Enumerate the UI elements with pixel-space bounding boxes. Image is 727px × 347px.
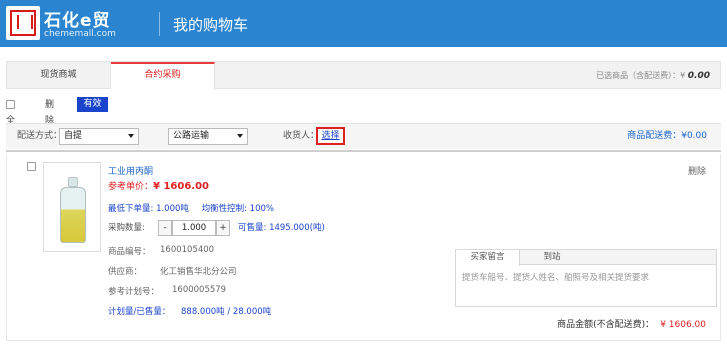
supplier: 供应商： 化工销售华北分公司 xyxy=(108,267,237,277)
product-image[interactable] xyxy=(43,162,101,252)
item-checkbox[interactable] xyxy=(27,162,36,171)
valid-filter-button[interactable]: 有效 xyxy=(77,97,108,112)
tab-contract-purchase[interactable]: 合约采购 xyxy=(111,62,215,90)
buyer-message-input[interactable]: 提货车船号、提货人姓名、舶照号及相关提货要求 xyxy=(462,271,649,283)
chevron-down-icon xyxy=(128,134,134,138)
shipping-method-select[interactable]: 自提 xyxy=(59,128,139,145)
delete-item-link[interactable]: 删除 xyxy=(688,164,706,177)
tab-bar: 现货商城 合约采购 已选商品（含配送费）：¥ 0.00 xyxy=(6,61,721,90)
product-name-link[interactable]: 工业用丙酮 xyxy=(108,164,153,177)
tab-buyer-message[interactable]: 买家留言 xyxy=(456,250,520,266)
page-title: 我的购物车 xyxy=(173,16,249,34)
tab-arrival-station[interactable]: 到站 xyxy=(520,250,584,265)
transport-select[interactable]: 公路运输 xyxy=(168,128,248,145)
receiver-label: 收货人： xyxy=(283,131,320,141)
shipping-row: 配送方式： 自提 公路运输 收货人： 选择 商品配送费：¥0.00 xyxy=(6,123,721,149)
available-quantity: 可售量: 1495.000(吨) xyxy=(238,223,325,233)
tab-spot-market[interactable]: 现货商城 xyxy=(7,62,111,89)
transport-value: 公路运输 xyxy=(173,131,210,141)
min-order: 最低下单量: 1.000吨 xyxy=(108,204,189,214)
bottle-icon xyxy=(60,177,86,243)
reference-price-label: 参考单价： xyxy=(108,182,154,192)
selected-summary-amount: 0.00 xyxy=(687,71,710,81)
item-total-label: 商品金额(不含配送费)： xyxy=(557,320,655,330)
item-total-value: ¥ 1606.00 xyxy=(660,320,706,330)
header-divider xyxy=(159,12,160,36)
reference-price-value: ¥ 1606.00 xyxy=(153,181,210,192)
select-all-checkbox[interactable] xyxy=(6,100,15,109)
logo-text[interactable]: 石化e贸 xyxy=(44,6,111,31)
choose-receiver-button[interactable]: 选择 xyxy=(316,127,345,145)
logo-url: chememall.com xyxy=(44,29,116,39)
shipping-method-value: 自提 xyxy=(64,131,83,141)
selected-summary-label: 已选商品（含配送费）：¥ xyxy=(596,71,686,80)
selected-summary: 已选商品（含配送费）：¥ 0.00 xyxy=(596,62,710,90)
balance-control: 均衡性控制: 100% xyxy=(201,204,274,214)
quantity-increase-button[interactable]: + xyxy=(216,220,230,236)
message-tabs: 买家留言 到站 xyxy=(456,250,716,266)
divider xyxy=(6,150,721,152)
shipping-method-label: 配送方式： xyxy=(17,131,63,141)
buyer-message-box: 买家留言 到站 提货车船号、提货人姓名、舶照号及相关提货要求 xyxy=(455,249,717,307)
planned-sold-quantity: 计划量/已售量： 888.000吨 / 28.000吨 xyxy=(108,307,272,317)
product-code: 商品编号： 1600105400 xyxy=(108,245,215,257)
order-limits: 最低下单量: 1.000吨 均衡性控制: 100% xyxy=(108,202,274,214)
chevron-down-icon xyxy=(237,134,243,138)
reference-price: 参考单价：¥ 1606.00 xyxy=(108,179,209,192)
header-bar: 石化e贸 chememall.com 我的购物车 xyxy=(0,0,727,47)
item-total: 商品金额(不含配送费)： ¥ 1606.00 xyxy=(557,317,706,330)
cart-item: 工业用丙酮 参考单价：¥ 1606.00 删除 最低下单量: 1.000吨 均衡… xyxy=(6,154,721,341)
shipping-fee: 商品配送费：¥0.00 xyxy=(627,131,707,141)
quantity-decrease-button[interactable]: - xyxy=(158,220,172,236)
plan-number: 参考计划号： 1600005579 xyxy=(108,285,227,297)
quantity-label: 采购数量: xyxy=(108,223,145,233)
sinopec-logo-icon[interactable] xyxy=(6,6,40,40)
quantity-input[interactable]: 1.000 xyxy=(172,220,216,236)
